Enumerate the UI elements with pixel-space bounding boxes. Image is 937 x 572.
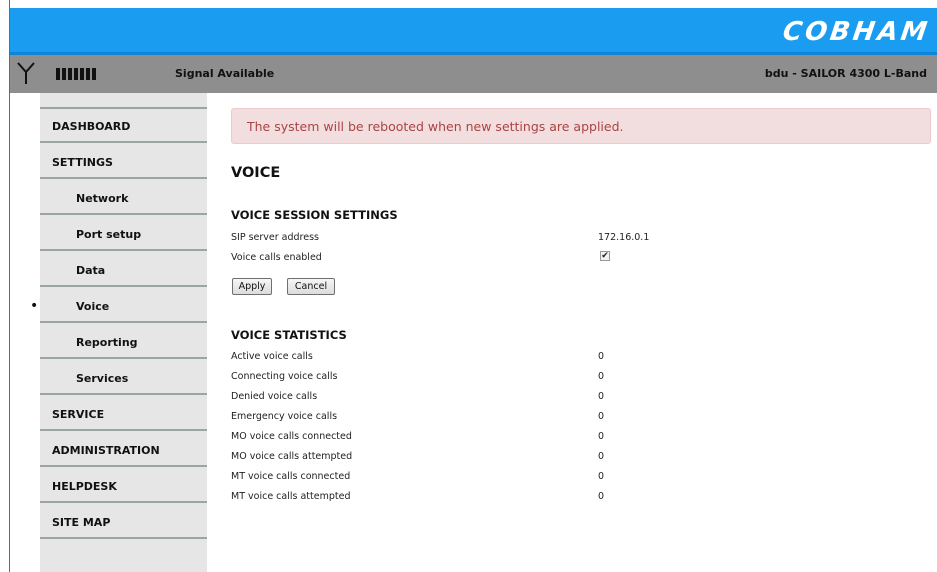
stat-value: 0 (598, 411, 605, 422)
stat-label: MT voice calls connected (231, 471, 351, 482)
cancel-button[interactable]: Cancel (287, 278, 335, 295)
sidebar-item-helpdesk[interactable]: HELPDESK (40, 469, 207, 503)
signal-status: Signal Available (175, 67, 275, 80)
sidebar-item-network[interactable]: Network (40, 181, 207, 215)
stat-label: Active voice calls (231, 351, 313, 362)
antenna-icon (17, 62, 35, 84)
stat-value: 0 (598, 491, 605, 502)
stat-label: MT voice calls attempted (231, 491, 351, 502)
apply-button[interactable]: Apply (232, 278, 272, 295)
sidebar-item-label: Network (76, 192, 129, 205)
status-bar: Signal Available bdu - SAILOR 4300 L-Ban… (10, 55, 937, 93)
voice-enabled-checkbox[interactable]: ✔ (600, 251, 610, 261)
sidebar-item-dashboard[interactable]: DASHBOARD (40, 109, 207, 143)
page-title: VOICE (231, 165, 281, 181)
stat-value: 0 (598, 471, 605, 482)
window-edge (0, 0, 9, 572)
sidebar-item-label: Voice (76, 300, 110, 313)
top-header: COBHAM (10, 8, 937, 54)
sidebar-item-voice[interactable]: Voice (40, 289, 207, 323)
stat-label: Connecting voice calls (231, 371, 338, 382)
sidebar-item-administration[interactable]: ADMINISTRATION (40, 433, 207, 467)
brand-logo: COBHAM (781, 17, 933, 47)
sidebar-item-label: SETTINGS (52, 156, 113, 169)
sidebar-item-settings[interactable]: SETTINGS (40, 145, 207, 179)
sidebar-item-label: ADMINISTRATION (52, 444, 160, 457)
sidebar-item-label: SERVICE (52, 408, 105, 421)
sip-server-label: SIP server address (231, 232, 319, 243)
sidebar-item-port-setup[interactable]: Port setup (40, 217, 207, 251)
sidebar-item-label: Services (76, 372, 129, 385)
sip-server-value: 172.16.0.1 (598, 232, 650, 243)
device-name: bdu - SAILOR 4300 L-Band (764, 67, 927, 80)
stat-label: Emergency voice calls (231, 411, 338, 422)
active-item-bullet: • (30, 298, 39, 314)
signal-strength-icon (56, 68, 96, 80)
reboot-alert: The system will be rebooted when new set… (231, 108, 931, 144)
stat-label: MO voice calls connected (231, 431, 352, 442)
stat-value: 0 (598, 431, 605, 442)
stat-label: Denied voice calls (231, 391, 318, 402)
sidebar-item-service[interactable]: SERVICE (40, 397, 207, 431)
stat-value: 0 (598, 391, 605, 402)
stat-value: 0 (598, 451, 605, 462)
checkmark-icon: ✔ (601, 251, 609, 261)
section-title-statistics: VOICE STATISTICS (231, 328, 347, 342)
sidebar-item-label: DASHBOARD (52, 120, 131, 133)
stat-value: 0 (598, 371, 605, 382)
section-title-session: VOICE SESSION SETTINGS (231, 208, 398, 222)
sidebar-item-site-map[interactable]: SITE MAP (40, 505, 207, 539)
sidebar-item-label: Data (76, 264, 106, 277)
sidebar-item-label: Port setup (76, 228, 142, 241)
stat-value: 0 (598, 351, 605, 362)
sidebar-item-data[interactable]: Data (40, 253, 207, 287)
sidebar-item-services[interactable]: Services (40, 361, 207, 395)
alert-text: The system will be rebooted when new set… (247, 119, 624, 134)
sidebar-item-label: Reporting (76, 336, 138, 349)
sidebar-item-label: HELPDESK (52, 480, 117, 493)
voice-enabled-label: Voice calls enabled (231, 252, 322, 263)
sidebar-item-label: SITE MAP (52, 516, 111, 529)
sidebar-item-reporting[interactable]: Reporting (40, 325, 207, 359)
stat-label: MO voice calls attempted (231, 451, 353, 462)
